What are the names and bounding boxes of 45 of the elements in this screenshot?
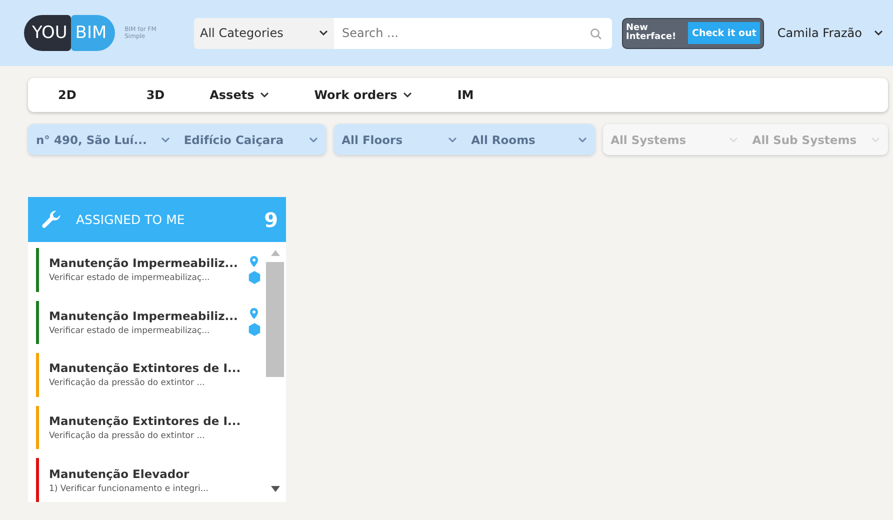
filter-dropdown[interactable]: Edifício Caiçara [184, 124, 318, 155]
work-order-item[interactable]: Manutenção Impermeabiliz... Verificar estado de impermeabilizaç... [36, 248, 264, 292]
wrench-icon [40, 208, 62, 230]
filter-dropdown[interactable]: n° 490, São Luí... [36, 124, 170, 155]
logo-right: BIM [71, 15, 115, 51]
work-order-description: Verificação da pressão do extintor ... [49, 431, 206, 442]
search-icon [590, 28, 602, 40]
nav-item[interactable]: 2D [58, 88, 76, 102]
work-order-title: Manutenção Extintores de I... [49, 361, 242, 376]
work-order-title: Manutenção Impermeabiliz... [49, 308, 239, 323]
nav-item[interactable]: IM [457, 88, 474, 102]
chevron-down-icon [448, 136, 458, 142]
work-order-description: Verificação da pressão do extintor ... [49, 378, 206, 388]
category-dropdown[interactable]: All Categories [194, 18, 334, 48]
nav-item[interactable]: 3D [146, 88, 165, 102]
nav-item[interactable]: Work orders [314, 88, 412, 102]
scrollbar-thumb[interactable] [266, 262, 284, 377]
panel-title: ASSIGNED TO ME [76, 212, 186, 227]
work-order-item[interactable]: Manutenção Elevador 1) Verificar funcionamento e integri... [36, 458, 264, 502]
search-field[interactable]: Search ... [334, 18, 612, 48]
chevron-down-icon [729, 136, 738, 142]
work-order-description: Verificar estado de impermeabilizaç... [49, 326, 211, 336]
nav-item[interactable]: Assets [210, 88, 270, 102]
work-order-title: Manutenção Extintores de I... [49, 414, 242, 428]
work-order-description: Verificar estado de impermeabilizaç... [49, 273, 211, 284]
promo-text: New Interface! [626, 24, 678, 42]
chevron-down-icon [874, 30, 883, 36]
logo-left: YOU [24, 15, 72, 51]
chevron-down-icon [578, 136, 587, 142]
scroll-up-icon[interactable] [270, 250, 280, 256]
chevron-down-icon [319, 30, 328, 36]
work-order-item[interactable]: Manutenção Extintores de I... Verificação da pressão do extintor ... [36, 406, 264, 450]
chevron-down-icon [160, 136, 170, 142]
assigned-count: 9 [264, 208, 278, 232]
user-menu[interactable]: Camila Frazão [777, 26, 883, 40]
scroll-down-icon[interactable] [270, 486, 280, 492]
work-order-title: Manutenção Elevador [49, 466, 190, 481]
filter-dropdown[interactable]: All Floors [342, 124, 458, 155]
chevron-down-icon [260, 92, 270, 98]
work-order-title: Manutenção Impermeabiliz... [49, 256, 239, 270]
chevron-down-icon [871, 136, 880, 142]
chevron-down-icon [308, 136, 318, 142]
work-order-description: 1) Verificar funcionamento e integri... [49, 484, 210, 494]
chevron-down-icon [403, 92, 412, 98]
filter-dropdown[interactable]: All Rooms [471, 124, 587, 155]
